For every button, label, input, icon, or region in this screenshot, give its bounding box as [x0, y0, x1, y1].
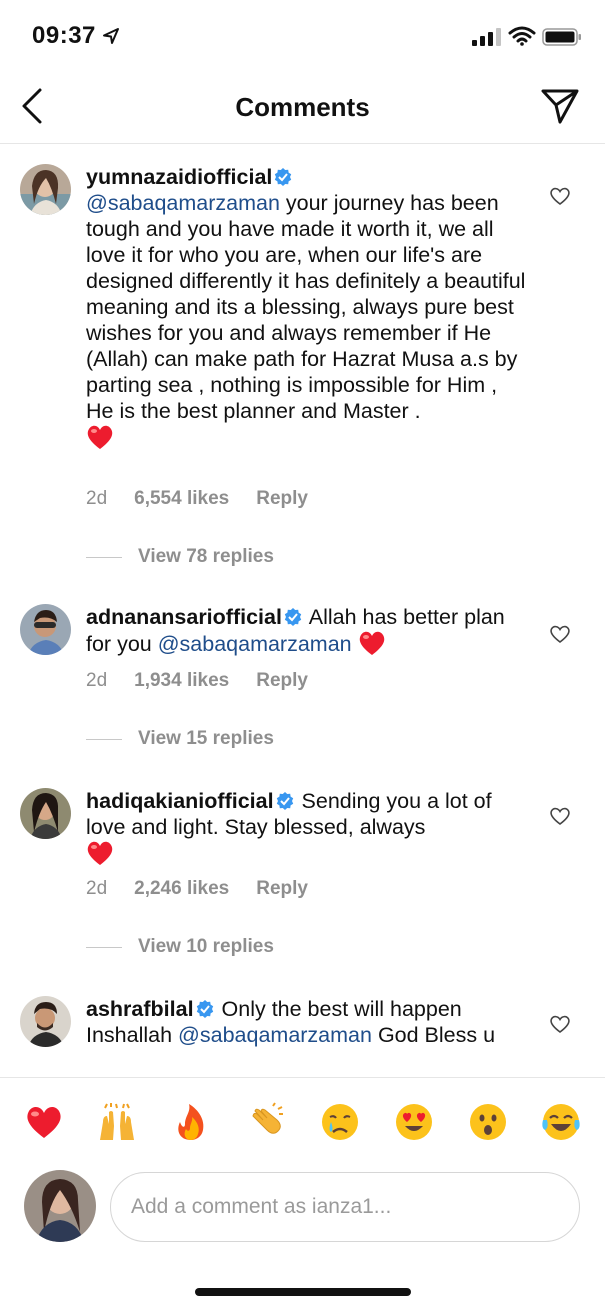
comment-text: ashrafbilal Only the best will happen In… [86, 996, 526, 1048]
avatar[interactable] [20, 164, 71, 215]
fire-emoji[interactable] [171, 1102, 211, 1142]
avatar[interactable] [20, 604, 71, 655]
reply-button[interactable]: Reply [256, 878, 308, 900]
status-time: 09:37 [32, 22, 96, 49]
quick-emoji-bar [0, 1077, 605, 1169]
comment-username[interactable]: adnanansariofficial [86, 605, 282, 629]
heart-emoji[interactable] [24, 1102, 64, 1142]
heart-outline-icon[interactable] [549, 806, 571, 826]
surprised-face-emoji[interactable] [468, 1102, 508, 1142]
mention-link[interactable]: @sabaqamarzaman [178, 1023, 372, 1047]
comment-username[interactable]: yumnazaidiofficial [86, 165, 272, 189]
header: Comments [0, 72, 605, 144]
home-indicator[interactable] [195, 1288, 411, 1296]
likes-count[interactable]: 6,554 likes [134, 488, 229, 510]
verified-badge-icon [284, 608, 302, 626]
red-heart-emoji [359, 631, 384, 655]
clapping-emoji[interactable] [245, 1102, 285, 1142]
view-replies-button[interactable]: View 15 replies [86, 728, 274, 750]
view-replies-button[interactable]: View 78 replies [86, 546, 274, 568]
red-heart-emoji [87, 841, 113, 865]
location-arrow-icon [103, 28, 119, 44]
avatar[interactable] [20, 996, 71, 1047]
comment-text: adnanansariofficial Allah has better pla… [86, 604, 526, 657]
crying-face-emoji[interactable] [320, 1102, 360, 1142]
reply-button[interactable]: Reply [256, 670, 308, 692]
likes-count[interactable]: 1,934 likes [134, 670, 229, 692]
comment-meta: 2d 2,246 likes Reply [86, 878, 335, 900]
comment-username[interactable]: hadiqakianiofficial [86, 789, 274, 813]
avatar[interactable] [20, 788, 71, 839]
cellular-signal-icon [472, 28, 501, 46]
comment-age: 2d [86, 878, 108, 899]
red-heart-emoji [87, 425, 113, 449]
verified-badge-icon [196, 1000, 213, 1018]
direct-send-icon[interactable] [540, 86, 580, 126]
view-replies-label: View 78 replies [138, 546, 274, 567]
comment-meta: 2d 6,554 likes Reply [86, 488, 335, 510]
view-replies-label: View 15 replies [138, 728, 274, 749]
heart-outline-icon[interactable] [549, 1014, 571, 1034]
comment-body-end: God Bless u [371, 1023, 496, 1047]
wifi-icon [508, 26, 536, 46]
verified-badge-icon [276, 792, 293, 810]
heart-outline-icon[interactable] [549, 624, 571, 644]
comment-text: yumnazaidiofficial @sabaqamarzaman your j… [86, 164, 526, 451]
comment-username[interactable]: ashrafbilal [86, 997, 194, 1021]
mention-link[interactable]: @sabaqamarzaman [86, 191, 280, 215]
comment-age: 2d [86, 488, 108, 509]
likes-count[interactable]: 2,246 likes [134, 878, 229, 900]
divider-line [86, 946, 122, 948]
comment-age: 2d [86, 670, 108, 691]
current-user-avatar[interactable] [24, 1170, 96, 1242]
comment-body: your journey has been tough and you have… [86, 191, 526, 423]
battery-icon [542, 28, 581, 46]
comment-input[interactable] [110, 1172, 580, 1242]
comment-meta: 2d 1,934 likes Reply [86, 670, 335, 692]
reply-button[interactable]: Reply [256, 488, 308, 510]
page-title: Comments [235, 92, 370, 122]
view-replies-button[interactable]: View 10 replies [86, 936, 274, 958]
verified-badge-icon [275, 168, 292, 186]
divider-line [86, 556, 122, 558]
view-replies-label: View 10 replies [138, 936, 274, 957]
heart-eyes-emoji[interactable] [394, 1102, 434, 1142]
heart-outline-icon[interactable] [549, 186, 571, 206]
raised-hands-emoji[interactable] [97, 1102, 137, 1142]
divider-line [86, 738, 122, 740]
tears-of-joy-emoji[interactable] [541, 1102, 581, 1142]
comment-text: hadiqakianiofficial Sending you a lot of… [86, 788, 526, 867]
status-bar: 09:37 [0, 0, 605, 72]
mention-link[interactable]: @sabaqamarzaman [158, 632, 352, 656]
